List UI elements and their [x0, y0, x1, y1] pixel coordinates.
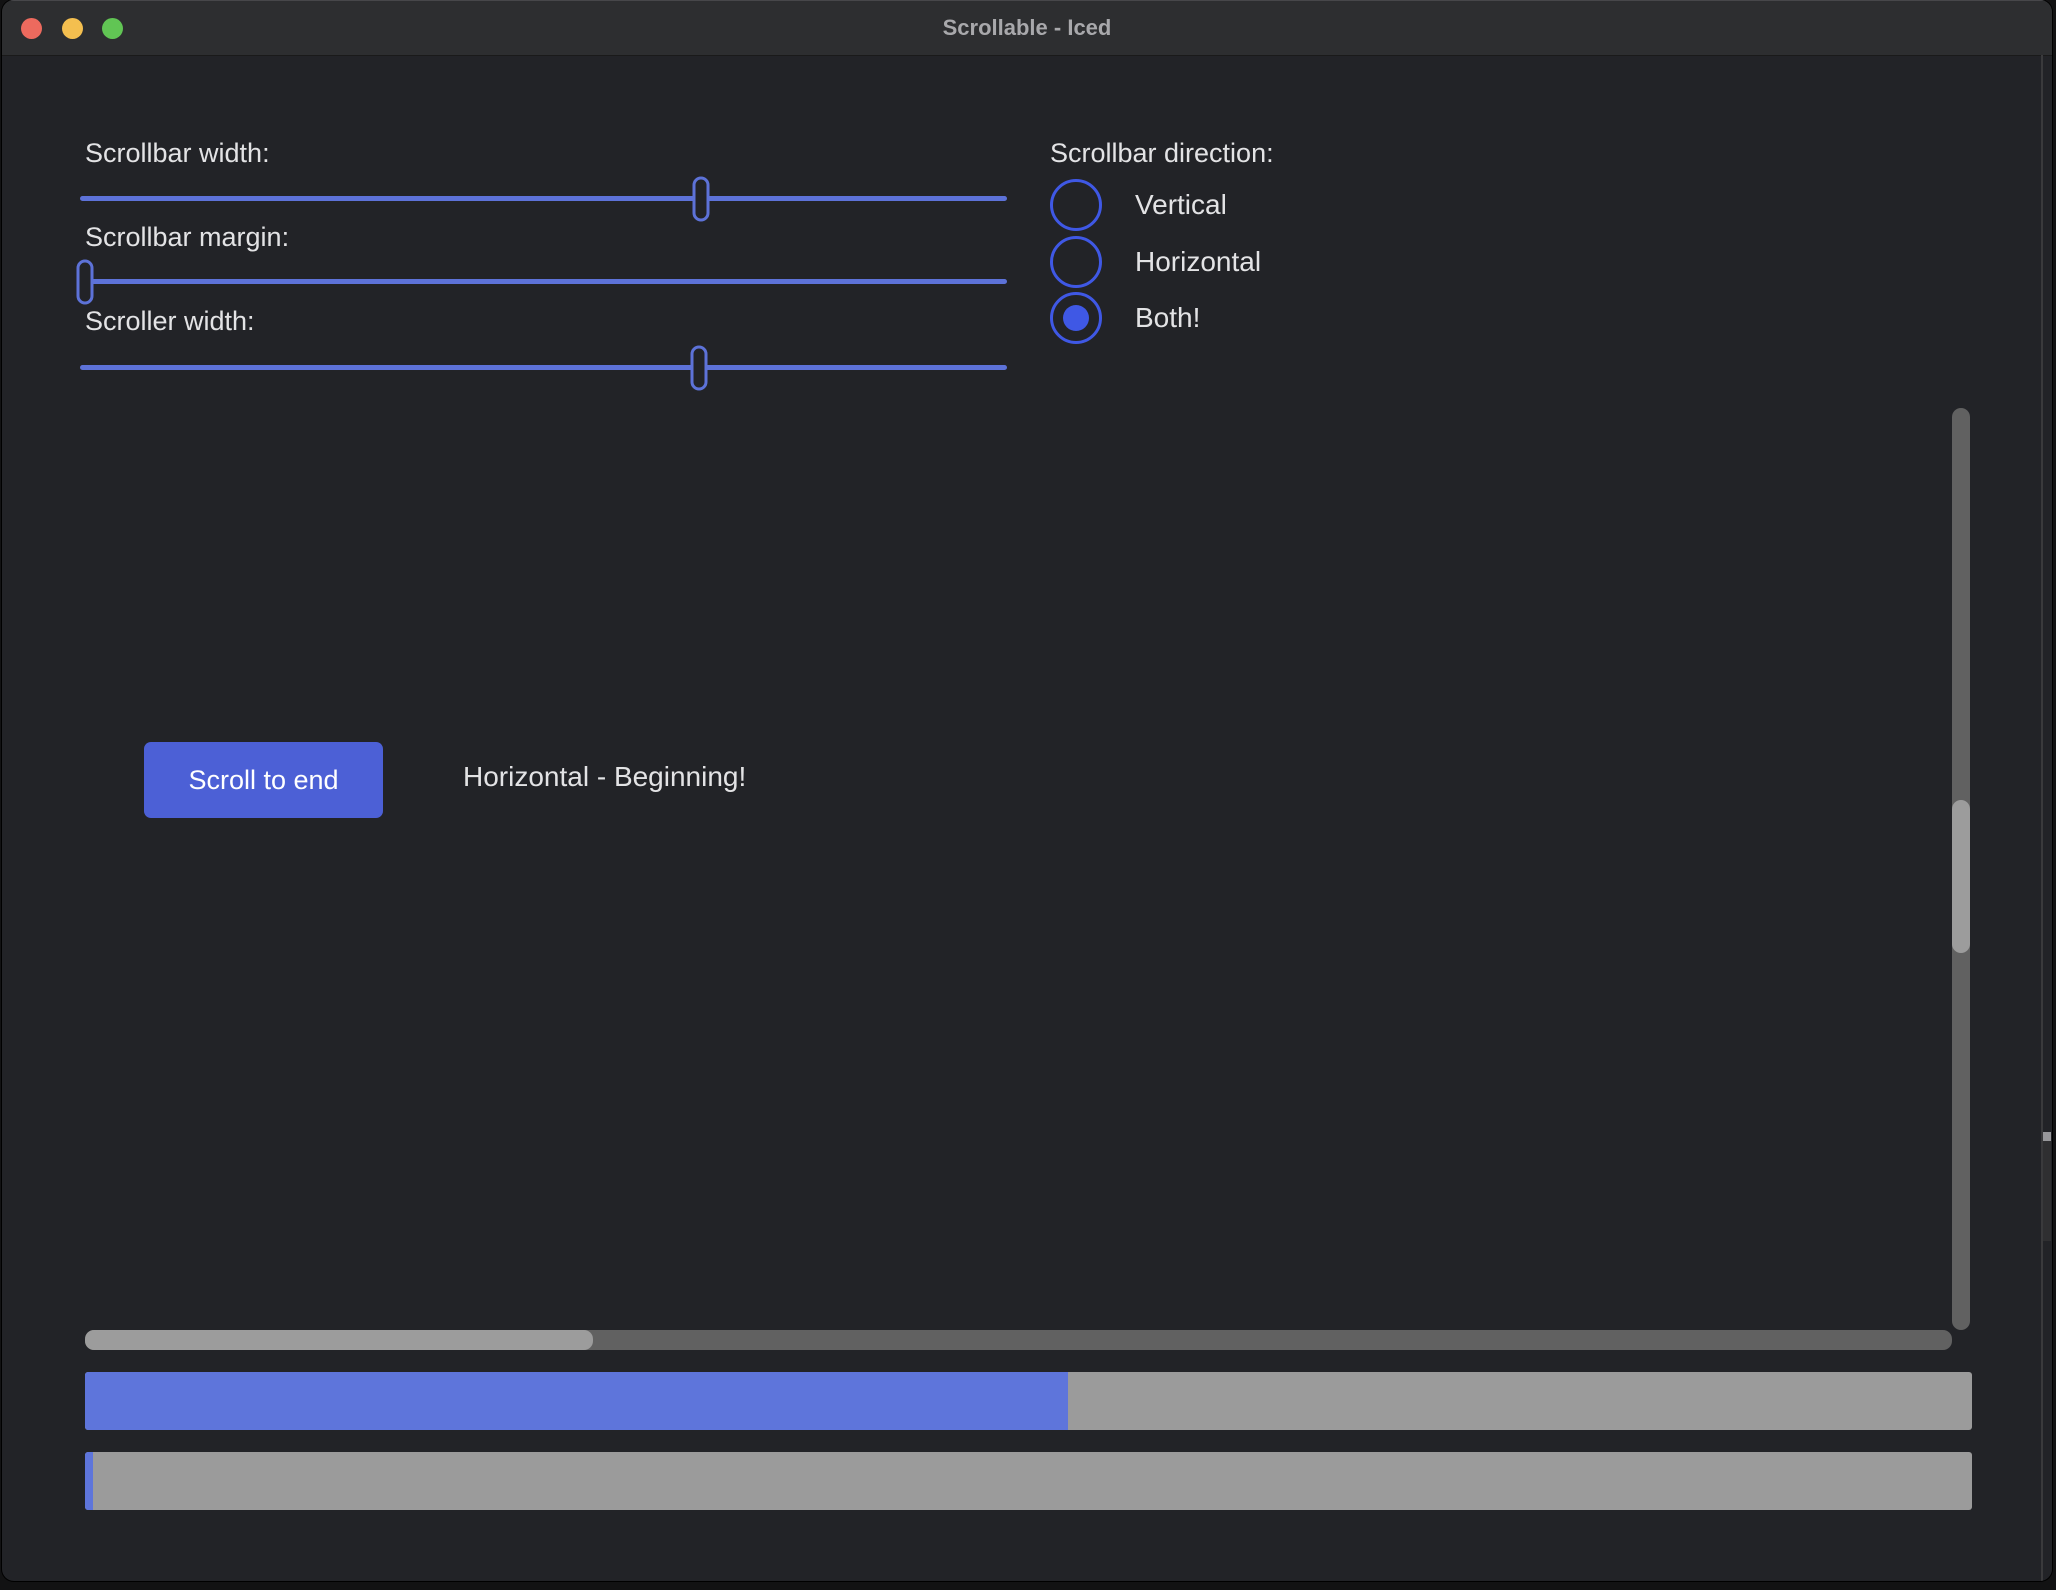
- slider-label-scrollbar-margin: Scrollbar margin:: [85, 222, 289, 253]
- radio-label-vertical[interactable]: Vertical: [1135, 179, 1227, 231]
- scroll-to-end-button[interactable]: Scroll to end: [144, 742, 383, 818]
- title-bar[interactable]: Scrollable - Iced: [2, 0, 2052, 56]
- slider-label-scrollbar-width: Scrollbar width:: [85, 138, 270, 169]
- progress-fill-vertical-offset: [85, 1372, 1068, 1430]
- progress-bar-horizontal-offset: [85, 1452, 1972, 1510]
- scroll-status-text: Horizontal - Beginning!: [463, 761, 746, 793]
- radio-vertical[interactable]: [1050, 179, 1102, 231]
- radio-label-both[interactable]: Both!: [1135, 292, 1200, 344]
- window-edge-notch: [2043, 1132, 2051, 1141]
- window-right-edge: [2041, 55, 2043, 1581]
- radio-selected-dot: [1063, 305, 1089, 331]
- slider-scrollbar-width[interactable]: [80, 196, 1007, 201]
- vertical-scrollbar-track[interactable]: [1952, 408, 1970, 1330]
- vertical-scroller-thumb[interactable]: [1952, 800, 1970, 953]
- window-title: Scrollable - Iced: [2, 0, 2052, 55]
- horizontal-scroller-thumb[interactable]: [85, 1330, 593, 1350]
- radio-label-horizontal[interactable]: Horizontal: [1135, 236, 1261, 288]
- horizontal-scrollbar-track[interactable]: [85, 1330, 1952, 1350]
- slider-scroller-width[interactable]: [80, 365, 1007, 370]
- progress-bar-vertical-offset: [85, 1372, 1972, 1430]
- slider-handle-scroller-width[interactable]: [691, 345, 708, 390]
- progress-fill-horizontal-offset: [85, 1452, 93, 1510]
- radio-group-label: Scrollbar direction:: [1050, 138, 1274, 169]
- slider-handle-scrollbar-margin[interactable]: [76, 259, 93, 304]
- slider-scrollbar-margin[interactable]: [80, 279, 1007, 284]
- radio-horizontal[interactable]: [1050, 236, 1102, 288]
- app-window: Scrollable - Iced Scrollbar width: Scrol…: [2, 0, 2052, 1581]
- radio-both[interactable]: [1050, 292, 1102, 344]
- slider-handle-scrollbar-width[interactable]: [693, 176, 710, 221]
- window-edge-panel: [2043, 1141, 2051, 1241]
- slider-label-scroller-width: Scroller width:: [85, 306, 255, 337]
